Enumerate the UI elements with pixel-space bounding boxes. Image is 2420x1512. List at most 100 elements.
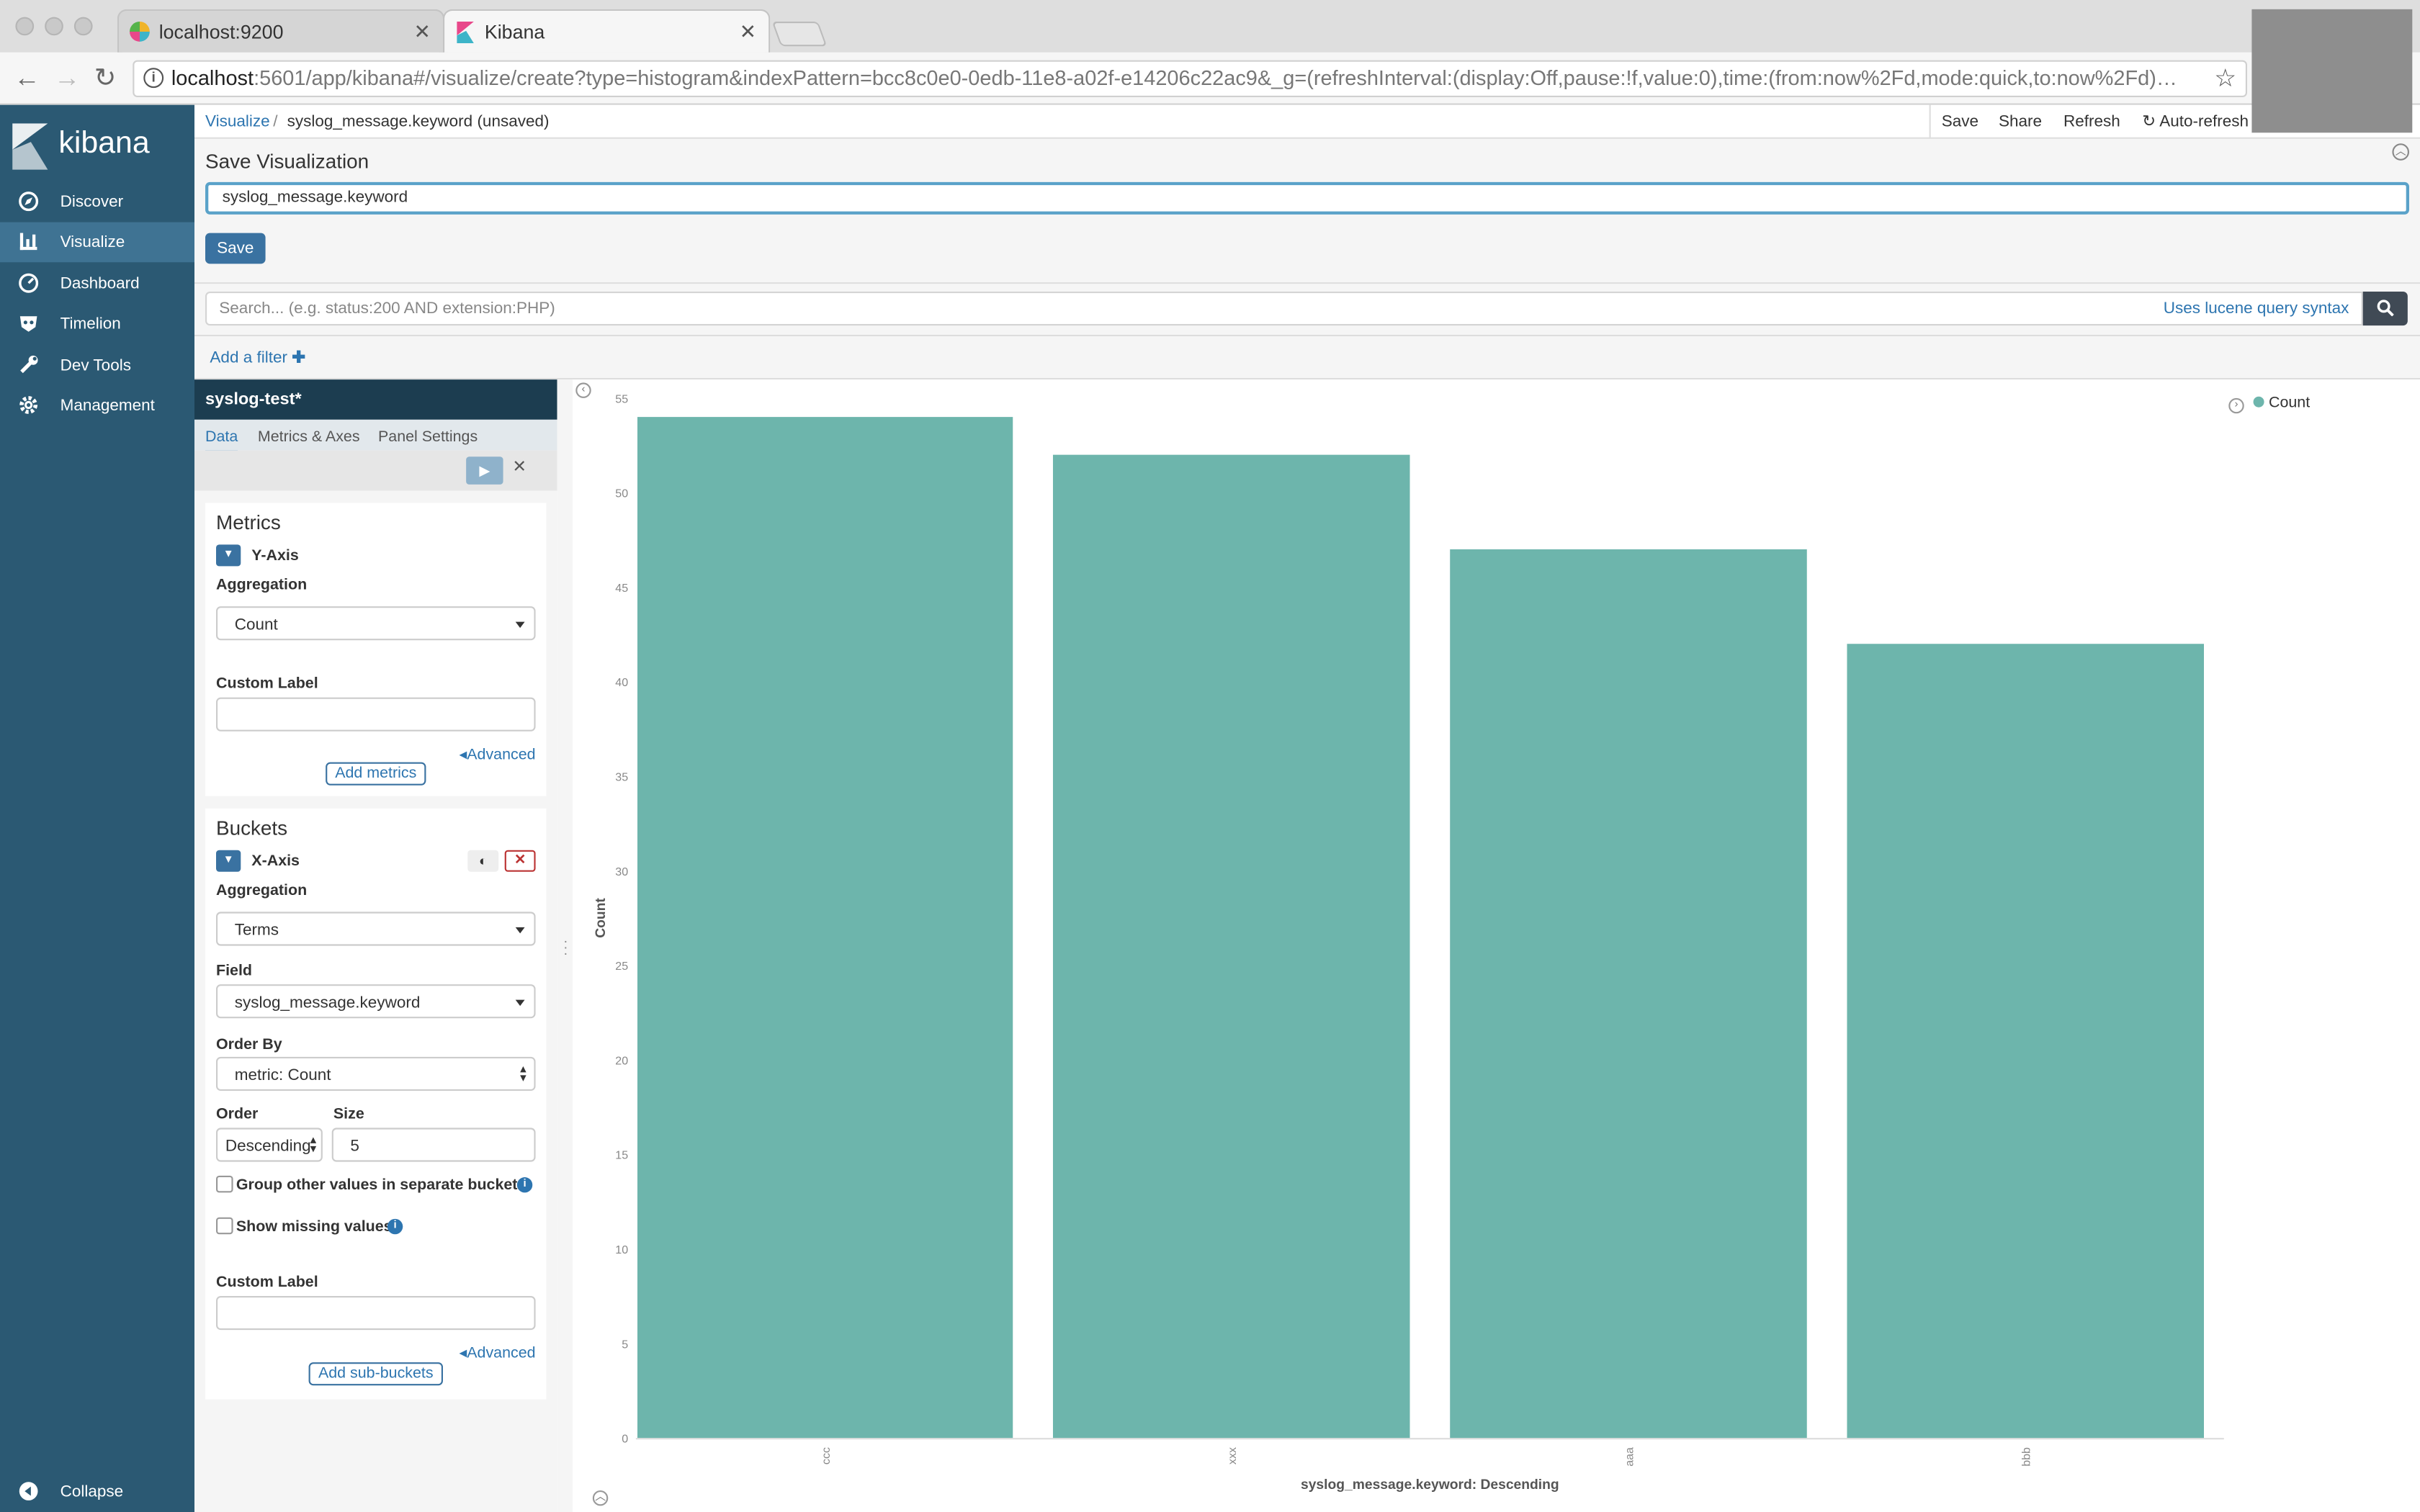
- y-axis-toggle-button[interactable]: ▼: [216, 544, 241, 567]
- toggle-visibility-button[interactable]: ◐: [467, 850, 499, 872]
- y-tick-label: 40: [615, 676, 628, 689]
- x-axis-label: X-Axis: [251, 853, 300, 870]
- browser-tab-strip: localhost:9200 ✕ Kibana ✕: [0, 0, 2420, 53]
- size-label: Size: [333, 1106, 364, 1123]
- forward-arrow-icon[interactable]: →: [54, 63, 80, 94]
- info-icon[interactable]: i: [387, 1218, 403, 1235]
- discard-changes-button[interactable]: ✕: [512, 456, 526, 477]
- url-host: localhost: [171, 66, 254, 90]
- timelion-icon: [19, 313, 40, 335]
- dashboard-icon: [19, 273, 40, 294]
- close-window-dot[interactable]: [15, 17, 35, 36]
- select-value: metric: Count: [234, 1066, 331, 1085]
- sidebar-item-dev-tools[interactable]: Dev Tools: [0, 346, 194, 386]
- info-icon[interactable]: i: [143, 68, 164, 89]
- chart-bar[interactable]: [637, 417, 1013, 1439]
- share-menu-item[interactable]: Share: [1999, 112, 2042, 131]
- drag-handle-icon[interactable]: · · ·: [563, 934, 568, 960]
- y-tick-label: 55: [615, 392, 628, 405]
- close-icon: ✕: [514, 851, 526, 868]
- tab-metrics-axes[interactable]: Metrics & Axes: [258, 429, 360, 446]
- sidebar-item-timelion[interactable]: Timelion: [0, 304, 194, 344]
- breadcrumb-visualize-link[interactable]: Visualize: [205, 112, 270, 131]
- save-button[interactable]: Save: [205, 233, 266, 264]
- x-axis-title: syslog_message.keyword: Descending: [1301, 1477, 1559, 1493]
- reload-icon[interactable]: ↻: [94, 63, 117, 94]
- lucene-syntax-link[interactable]: Uses lucene query syntax: [2164, 300, 2349, 318]
- metric-custom-label-input[interactable]: [216, 697, 536, 732]
- plus-icon: ✚: [292, 348, 306, 367]
- close-icon[interactable]: ✕: [740, 20, 756, 45]
- address-bar[interactable]: i localhost:5601/app/kibana#/visualize/c…: [133, 60, 2248, 97]
- advanced-label: Advanced: [467, 1345, 536, 1363]
- bookmark-star-icon[interactable]: ☆: [2214, 63, 2236, 94]
- browser-tab-kibana[interactable]: Kibana ✕: [443, 9, 771, 53]
- new-tab-button[interactable]: [771, 22, 828, 47]
- info-icon[interactable]: i: [516, 1177, 533, 1193]
- visualization-title-input[interactable]: syslog_message.keyword: [205, 181, 2409, 215]
- search-input[interactable]: Search... (e.g. status:200 AND extension…: [205, 292, 2363, 326]
- bar-chart-icon: [19, 231, 40, 253]
- minimize-window-dot[interactable]: [45, 17, 63, 36]
- browser-tab-localhost[interactable]: localhost:9200 ✕: [117, 9, 445, 53]
- maximize-window-dot[interactable]: [73, 17, 93, 36]
- chevron-up-icon[interactable]: ︿: [2392, 143, 2409, 161]
- tab-panel-settings[interactable]: Panel Settings: [378, 429, 478, 446]
- sidebar-collapse-button[interactable]: Collapse: [0, 1472, 194, 1512]
- filter-bar: Add a filter ✚: [194, 336, 2420, 380]
- search-button[interactable]: [2362, 292, 2408, 326]
- chevron-down-icon: ▼: [223, 855, 234, 866]
- x-axis-toggle-button[interactable]: ▼: [216, 850, 241, 872]
- chart-bar[interactable]: [1847, 644, 2204, 1439]
- y-tick-label: 50: [615, 487, 628, 500]
- sidebar-item-discover[interactable]: Discover: [0, 182, 194, 222]
- sidebar-item-label: Discover: [60, 192, 124, 212]
- sidebar-item-visualize[interactable]: Visualize: [0, 222, 194, 263]
- bucket-advanced-link[interactable]: ◂Advanced: [459, 1346, 535, 1363]
- group-other-checkbox[interactable]: [216, 1175, 233, 1193]
- editor-controls: ▶ ✕: [194, 450, 557, 491]
- url-rest: :5601/app/kibana#/visualize/create?type=…: [254, 66, 2177, 90]
- bucket-custom-label-input[interactable]: [216, 1296, 536, 1331]
- remove-bucket-button[interactable]: ✕: [504, 850, 536, 872]
- chart-bar[interactable]: [1450, 549, 1807, 1439]
- order-by-label: Order By: [216, 1037, 282, 1054]
- add-sub-buckets-button[interactable]: Add sub-buckets: [308, 1362, 443, 1386]
- size-input[interactable]: 5: [331, 1128, 536, 1162]
- auto-refresh-menu-item[interactable]: ↻ Auto-refresh: [2142, 112, 2249, 131]
- apply-changes-button[interactable]: ▶: [466, 456, 503, 485]
- chart-bar[interactable]: [1052, 454, 1410, 1439]
- chevron-left-circle-icon: [19, 1481, 40, 1503]
- add-filter-link[interactable]: Add a filter ✚: [210, 348, 305, 367]
- y-tick-label: 25: [615, 960, 628, 973]
- select-value: Descending: [225, 1137, 311, 1156]
- aggregation-label: Aggregation: [216, 577, 308, 594]
- back-arrow-icon[interactable]: ←: [14, 63, 40, 94]
- refresh-menu-item[interactable]: Refresh: [2063, 112, 2120, 131]
- gear-icon: [19, 395, 40, 417]
- save-menu-item[interactable]: Save: [1942, 112, 1978, 131]
- x-tick-label: xxx: [1226, 1447, 1239, 1464]
- bucket-aggregation-select[interactable]: Terms: [216, 912, 536, 946]
- select-value: Count: [234, 616, 278, 634]
- sidebar-item-management[interactable]: Management: [0, 386, 194, 426]
- order-select[interactable]: Descending ▴ ▾: [216, 1128, 323, 1162]
- show-missing-checkbox[interactable]: [216, 1217, 233, 1235]
- metric-aggregation-select[interactable]: Count: [216, 606, 536, 641]
- metrics-title: Metrics: [216, 510, 281, 534]
- top-nav-bar: Visualize / syslog_message.keyword (unsa…: [194, 104, 2420, 139]
- add-metrics-button[interactable]: Add metrics: [326, 762, 426, 786]
- order-by-select[interactable]: metric: Count ▴ ▾: [216, 1056, 536, 1091]
- field-select[interactable]: syslog_message.keyword: [216, 984, 536, 1019]
- sidebar-item-dashboard[interactable]: Dashboard: [0, 264, 194, 304]
- buckets-title: Buckets: [216, 816, 288, 840]
- metric-advanced-link[interactable]: ◂Advanced: [459, 747, 535, 764]
- save-visualization-panel: Save Visualization ︿ syslog_message.keyw…: [194, 138, 2420, 284]
- y-tick-label: 20: [615, 1054, 628, 1067]
- auto-refresh-label: Auto-refresh: [2159, 112, 2249, 132]
- wrench-icon: [19, 355, 40, 377]
- close-icon[interactable]: ✕: [413, 20, 430, 45]
- y-tick-label: 5: [622, 1338, 628, 1351]
- sidebar-item-label: Visualize: [60, 233, 125, 252]
- x-tick-label: aaa: [1623, 1447, 1636, 1467]
